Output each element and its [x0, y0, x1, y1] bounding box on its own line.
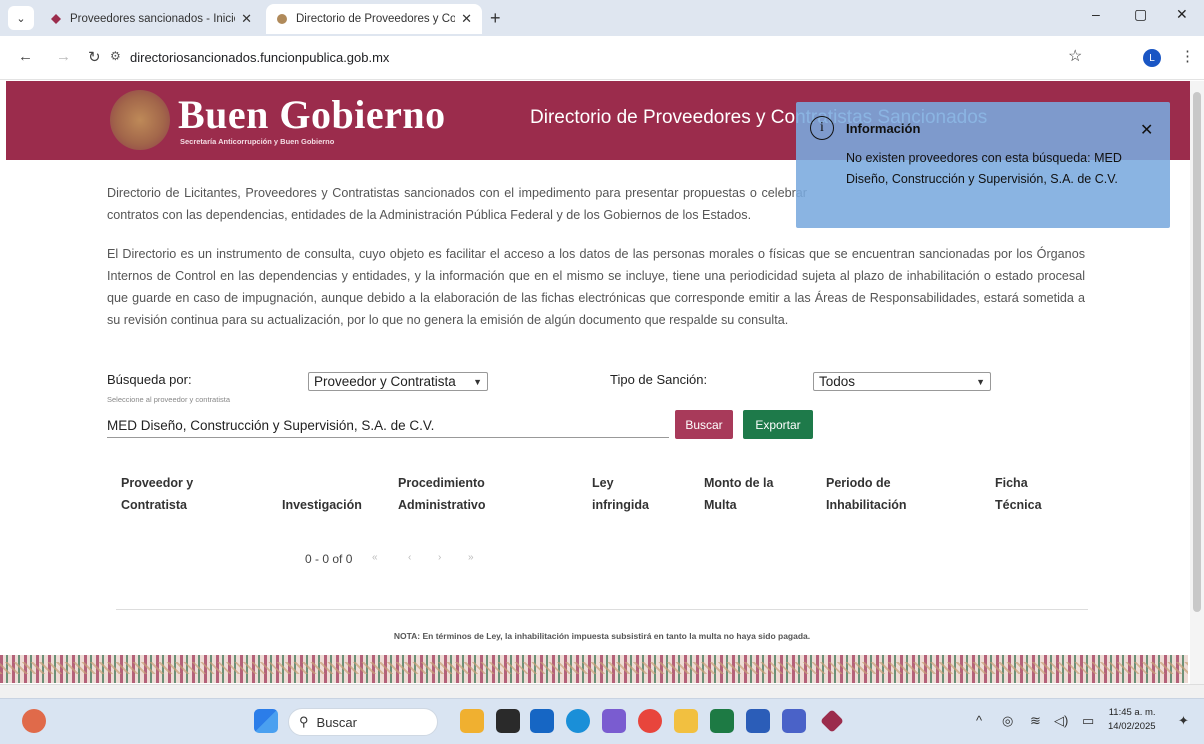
- windows-taskbar: ⚲ Buscar ^ ◎ ≋ ◁) ▭ 11:45 a. m. 14/02/20…: [0, 698, 1204, 744]
- chevron-down-icon: ▼: [976, 376, 985, 387]
- windows-start-icon[interactable]: [254, 709, 278, 733]
- legal-note: NOTA: En términos de Ley, la inhabilitac…: [393, 631, 811, 641]
- next-page-button[interactable]: ›: [438, 552, 441, 563]
- info-toast: i Información ✕ No existen proveedores c…: [796, 102, 1170, 228]
- search-icon: ⚲: [299, 714, 309, 729]
- word-icon[interactable]: [746, 709, 770, 733]
- notification-icon[interactable]: ✦: [1178, 713, 1189, 729]
- decorative-footer-pattern-overlay: [0, 662, 1188, 674]
- intro-paragraph-1: Directorio de Licitantes, Proveedores y …: [107, 186, 807, 222]
- browser-tab-1[interactable]: Proveedores sancionados - Inicio ✕: [40, 4, 262, 34]
- close-window-button[interactable]: ✕: [1176, 6, 1188, 23]
- brand-logo-text[interactable]: Buen Gobierno: [178, 91, 446, 138]
- vertical-scrollbar-thumb[interactable]: [1193, 92, 1201, 612]
- table-divider: [116, 609, 1088, 610]
- search-by-value: Proveedor y Contratista: [314, 374, 456, 389]
- bookmark-star-icon[interactable]: ☆: [1068, 46, 1082, 66]
- task-view-icon[interactable]: [496, 709, 520, 733]
- government-app-icon[interactable]: [820, 709, 844, 733]
- browser-menu-icon[interactable]: ⋮: [1180, 47, 1195, 65]
- widgets-icon[interactable]: [460, 709, 484, 733]
- search-input-value: MED Diseño, Construcción y Supervisión, …: [107, 418, 435, 433]
- chevron-down-icon: ▼: [473, 376, 482, 387]
- teams-icon[interactable]: [782, 709, 806, 733]
- intro-paragraph-2: El Directorio es un instrumento de consu…: [107, 247, 1085, 327]
- excel-icon[interactable]: [710, 709, 734, 733]
- edge-icon[interactable]: [566, 709, 590, 733]
- volume-icon[interactable]: ◁): [1054, 713, 1068, 729]
- sanction-type-value: Todos: [819, 374, 856, 389]
- search-input-hint: Seleccione al proveedor y contratista: [107, 395, 230, 404]
- search-by-label: Búsqueda por:: [107, 372, 192, 387]
- column-header-procedimiento[interactable]: Procedimiento Administrativo: [398, 472, 486, 516]
- tray-app-icon[interactable]: ◎: [1002, 713, 1013, 729]
- close-tab-icon[interactable]: ✕: [241, 11, 252, 27]
- profile-avatar[interactable]: L: [1143, 49, 1161, 67]
- copilot-icon[interactable]: [602, 709, 626, 733]
- first-page-button[interactable]: «: [372, 552, 378, 563]
- back-arrow-icon[interactable]: ←: [18, 48, 33, 65]
- column-header-proveedor[interactable]: Proveedor y Contratista: [121, 472, 193, 516]
- chrome-icon[interactable]: [638, 709, 662, 733]
- toast-title: Información: [846, 121, 921, 136]
- reload-icon[interactable]: ↻: [88, 48, 101, 66]
- new-tab-button[interactable]: +: [490, 8, 501, 29]
- last-page-button[interactable]: »: [468, 552, 474, 563]
- search-by-select[interactable]: Proveedor y Contratista ▼: [308, 372, 488, 391]
- browser-tab-2[interactable]: Directorio de Proveedores y Contratistas…: [266, 4, 482, 34]
- brand-subtitle: Secretaría Anticorrupción y Buen Gobiern…: [180, 137, 335, 146]
- tab-title: Proveedores sancionados - Inicio: [70, 13, 236, 25]
- column-header-monto[interactable]: Monto de la Multa: [704, 472, 773, 516]
- site-settings-icon[interactable]: ⚙: [110, 49, 121, 63]
- taskbar-search-label: Buscar: [316, 714, 357, 730]
- buscar-button[interactable]: Buscar: [675, 410, 733, 439]
- outlook-icon[interactable]: [530, 709, 554, 733]
- column-header-periodo[interactable]: Periodo de Inhabilitación: [826, 472, 907, 516]
- battery-icon[interactable]: ▭: [1082, 713, 1094, 729]
- government-favicon-icon: [51, 14, 61, 24]
- minimize-button[interactable]: –: [1092, 6, 1100, 22]
- column-header-ficha[interactable]: Ficha Técnica: [995, 472, 1042, 516]
- exportar-button[interactable]: Exportar: [743, 410, 813, 439]
- info-icon: i: [810, 116, 834, 140]
- address-bar-row: ← → ↻ ⚙ directoriosancionados.funcionpub…: [0, 36, 1204, 80]
- maximize-button[interactable]: ▢: [1134, 6, 1147, 23]
- horizontal-scrollbar[interactable]: [0, 684, 1204, 698]
- sanction-type-label: Tipo de Sanción:: [610, 372, 708, 387]
- column-header-ley[interactable]: Ley infringida: [592, 472, 649, 516]
- file-explorer-icon[interactable]: [674, 709, 698, 733]
- browser-tab-bar: ⌄ Proveedores sancionados - Inicio ✕ Dir…: [0, 0, 1204, 36]
- close-icon[interactable]: ✕: [1140, 120, 1153, 140]
- url-text[interactable]: directoriosancionados.funcionpublica.gob…: [130, 50, 389, 65]
- taskbar-search[interactable]: ⚲ Buscar: [288, 708, 438, 736]
- tray-chevron-up-icon[interactable]: ^: [976, 713, 982, 728]
- site-favicon-icon: [277, 14, 287, 24]
- toast-message: No existen proveedores con esta búsqueda…: [846, 151, 1122, 186]
- previous-page-button[interactable]: ‹: [408, 552, 411, 563]
- provider-search-input[interactable]: MED Diseño, Construcción y Supervisión, …: [107, 414, 669, 438]
- national-seal-logo: [110, 90, 170, 150]
- taskbar-clock[interactable]: 11:45 a. m. 14/02/2025: [1108, 706, 1156, 734]
- pagination-range: 0 - 0 of 0: [305, 552, 353, 566]
- column-header-investigacion[interactable]: Investigación: [282, 472, 362, 516]
- close-tab-icon[interactable]: ✕: [461, 11, 472, 27]
- weather-widget-icon[interactable]: [22, 709, 46, 733]
- wifi-icon[interactable]: ≋: [1030, 713, 1041, 729]
- forward-arrow-icon[interactable]: →: [56, 48, 71, 65]
- sanction-type-select[interactable]: Todos ▼: [813, 372, 991, 391]
- tab-title: Directorio de Proveedores y Contratistas: [296, 13, 456, 25]
- tab-search-menu-icon[interactable]: ⌄: [8, 6, 34, 30]
